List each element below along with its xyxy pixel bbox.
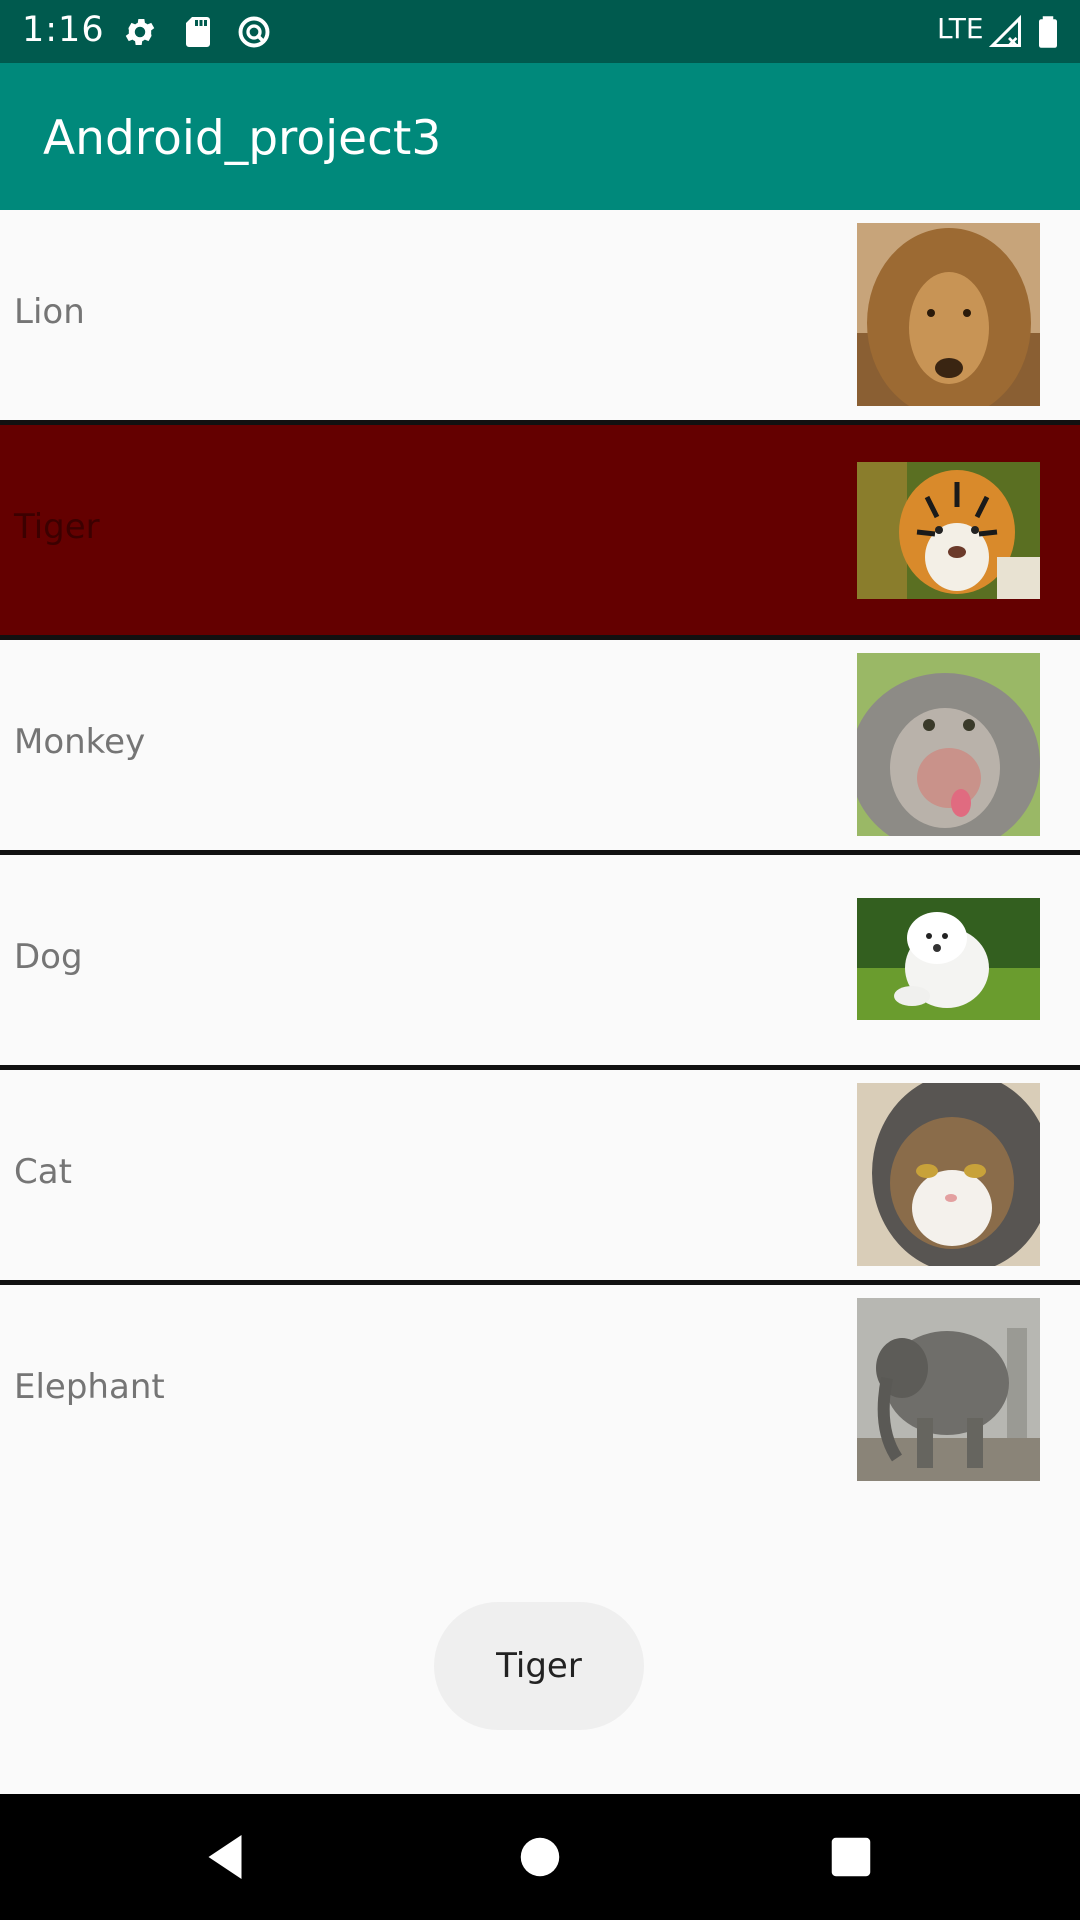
network-type: LTE	[937, 12, 984, 45]
toast-text: Tiger	[496, 1646, 582, 1686]
app-bar: Android_project3	[0, 63, 1080, 210]
list-item-elephant[interactable]: Elephant	[0, 1285, 1080, 1495]
animal-list: Lion Tiger Monkey Dog Cat Elephant	[0, 210, 1080, 1495]
sd-card-icon	[186, 17, 210, 47]
elephant-photo	[857, 1298, 1040, 1481]
list-item-dog[interactable]: Dog	[0, 855, 1080, 1065]
home-icon[interactable]	[507, 1824, 573, 1890]
cat-photo	[857, 1083, 1040, 1266]
dog-photo	[857, 898, 1040, 1020]
list-item-label: Tiger	[14, 507, 100, 547]
monkey-photo	[857, 653, 1040, 836]
battery-icon	[1039, 16, 1057, 48]
list-item-label: Lion	[14, 292, 85, 332]
signal-icon	[988, 14, 1021, 47]
list-item-label: Dog	[14, 937, 83, 977]
list-item-cat[interactable]: Cat	[0, 1070, 1080, 1280]
back-icon[interactable]	[192, 1824, 258, 1890]
settings-icon	[125, 18, 155, 46]
list-item-label: Monkey	[14, 722, 146, 762]
tiger-photo	[857, 462, 1040, 599]
lion-photo	[857, 223, 1040, 406]
do-not-disturb-icon	[238, 16, 270, 48]
list-item-monkey[interactable]: Monkey	[0, 640, 1080, 850]
toast-message: Tiger	[434, 1602, 644, 1730]
status-time: 1:16	[22, 10, 105, 50]
status-bar: 1:16 LTE	[0, 0, 1080, 63]
navigation-bar	[0, 1794, 1080, 1920]
list-item-label: Cat	[14, 1152, 72, 1192]
list-item-label: Elephant	[14, 1367, 165, 1407]
list-item-tiger[interactable]: Tiger	[0, 425, 1080, 635]
app-title: Android_project3	[43, 111, 442, 166]
list-item-lion[interactable]: Lion	[0, 210, 1080, 420]
recents-icon[interactable]	[818, 1824, 884, 1890]
